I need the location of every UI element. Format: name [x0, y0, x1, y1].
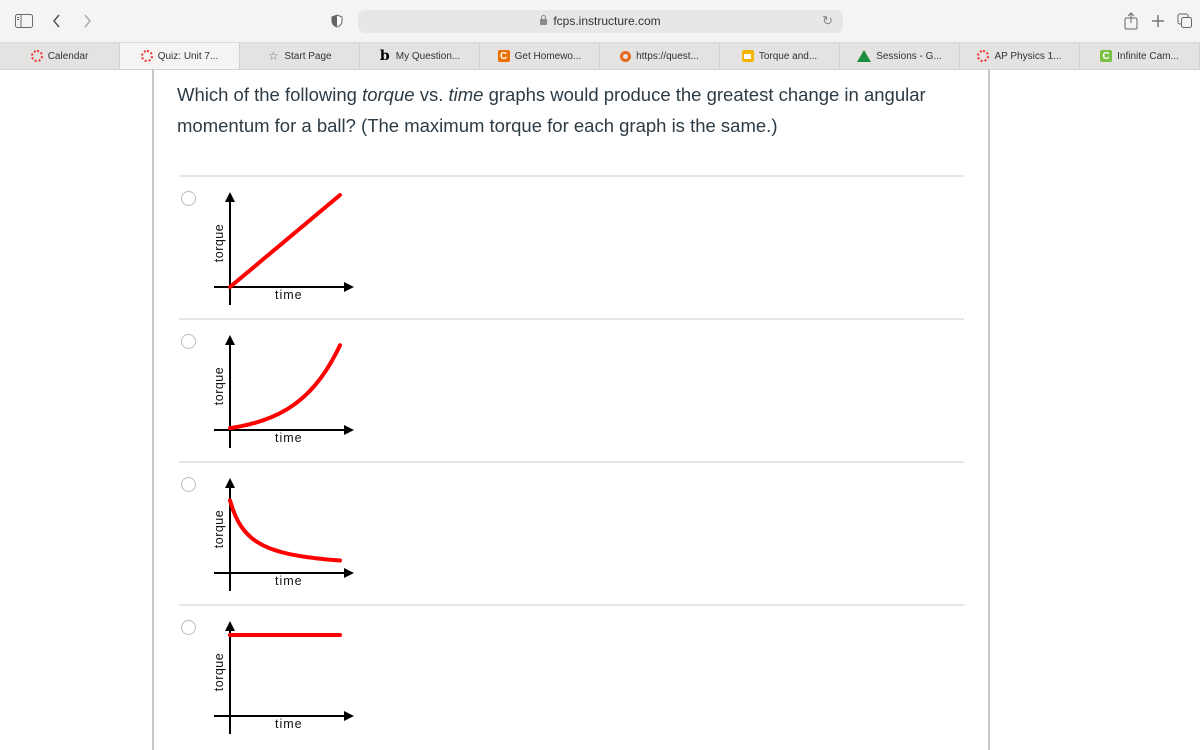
- browser-tab[interactable]: Calendar: [0, 43, 120, 69]
- tab-label: https://quest...: [636, 50, 699, 62]
- browser-tab[interactable]: Quiz: Unit 7...: [120, 43, 240, 69]
- chegg-favicon-icon: C: [497, 50, 510, 62]
- share-icon[interactable]: [1124, 10, 1138, 32]
- tab-bar: Calendar Quiz: Unit 7... ☆ Start Page b My Qu…: [0, 42, 1200, 70]
- tab-label: Torque and...: [758, 50, 818, 62]
- x-axis-arrow-icon: [344, 568, 354, 578]
- tab-label: Start Page: [284, 50, 332, 62]
- x-axis-label: time: [275, 574, 303, 588]
- browser-tab[interactable]: C Get Homewo...: [480, 43, 600, 69]
- torque-time-graph: torque time: [194, 614, 374, 739]
- drive-favicon-icon: [857, 50, 872, 62]
- sidebar-icon[interactable]: [15, 10, 33, 32]
- slides-favicon-icon: [741, 50, 754, 62]
- tab-label: Quiz: Unit 7...: [157, 50, 219, 62]
- torque-time-graph: torque time: [194, 471, 374, 596]
- y-axis-arrow-icon: [225, 335, 235, 345]
- url-text: fcps.instructure.com: [553, 14, 661, 28]
- browser-tab[interactable]: b My Question...: [360, 43, 480, 69]
- tab-label: Sessions - G...: [876, 50, 942, 62]
- y-axis-arrow-icon: [225, 192, 235, 202]
- reload-icon[interactable]: ↻: [822, 13, 833, 29]
- torque-time-graph: torque time: [194, 328, 374, 453]
- address-bar[interactable]: fcps.instructure.com ↻: [358, 10, 843, 33]
- tab-label: Get Homewo...: [514, 50, 582, 62]
- quiz-content: Which of the following torque vs. time g…: [152, 69, 990, 750]
- canvas-favicon-icon: [140, 50, 153, 62]
- question-text: Which of the following torque vs. time g…: [177, 79, 957, 141]
- y-axis-label: torque: [212, 509, 226, 549]
- x-axis-arrow-icon: [344, 282, 354, 292]
- browser-tab[interactable]: Torque and...: [720, 43, 840, 69]
- x-axis-arrow-icon: [344, 711, 354, 721]
- torque-time-graph: torque time: [194, 185, 374, 310]
- x-axis-label: time: [275, 717, 303, 731]
- answer-option: torque time: [154, 463, 988, 606]
- answer-option: torque time: [154, 320, 988, 463]
- question-emphasis-torque: torque: [362, 84, 415, 105]
- x-axis-arrow-icon: [344, 425, 354, 435]
- y-axis-label: torque: [212, 366, 226, 406]
- browser-tab[interactable]: https://quest...: [600, 43, 720, 69]
- question-part: vs.: [414, 84, 449, 105]
- y-axis-label: torque: [212, 223, 226, 263]
- tab-label: Infinite Cam...: [1117, 50, 1179, 62]
- canvas-favicon-icon: [977, 50, 990, 62]
- privacy-shield-icon[interactable]: [331, 10, 343, 32]
- bartleby-favicon-icon: b: [379, 48, 390, 64]
- torque-curve: [228, 498, 342, 563]
- tab-label: Calendar: [47, 50, 89, 62]
- infinite-favicon-icon: C: [1100, 50, 1113, 62]
- question-emphasis-time: time: [448, 84, 484, 105]
- new-tab-icon[interactable]: [1151, 10, 1165, 32]
- tab-label: My Question...: [395, 50, 461, 62]
- answer-option: torque time: [154, 606, 988, 749]
- answer-option: torque time: [154, 177, 988, 320]
- torque-curve: [228, 193, 342, 289]
- tab-overview-icon[interactable]: [1177, 10, 1193, 32]
- y-axis-label: torque: [212, 652, 226, 692]
- browser-tab[interactable]: Sessions - G...: [840, 43, 960, 69]
- back-icon[interactable]: [52, 10, 62, 32]
- tab-label: AP Physics 1...: [994, 50, 1062, 62]
- browser-toolbar: fcps.instructure.com ↻: [0, 0, 1200, 42]
- torque-curve: [228, 343, 342, 431]
- x-axis-label: time: [275, 431, 303, 445]
- y-axis-arrow-icon: [225, 478, 235, 488]
- browser-tab[interactable]: ☆ Start Page: [240, 43, 360, 69]
- forward-icon[interactable]: [82, 10, 92, 32]
- x-axis-label: time: [275, 288, 303, 302]
- star-favicon-icon: ☆: [267, 49, 279, 63]
- browser-tab[interactable]: C Infinite Cam...: [1080, 43, 1200, 69]
- browser-tab[interactable]: AP Physics 1...: [960, 43, 1080, 69]
- question-part: Which of the following: [177, 84, 363, 105]
- y-axis-arrow-icon: [225, 621, 235, 631]
- quest-favicon-icon: [620, 50, 632, 62]
- lock-icon: [540, 15, 548, 25]
- canvas-favicon-icon: [30, 50, 43, 62]
